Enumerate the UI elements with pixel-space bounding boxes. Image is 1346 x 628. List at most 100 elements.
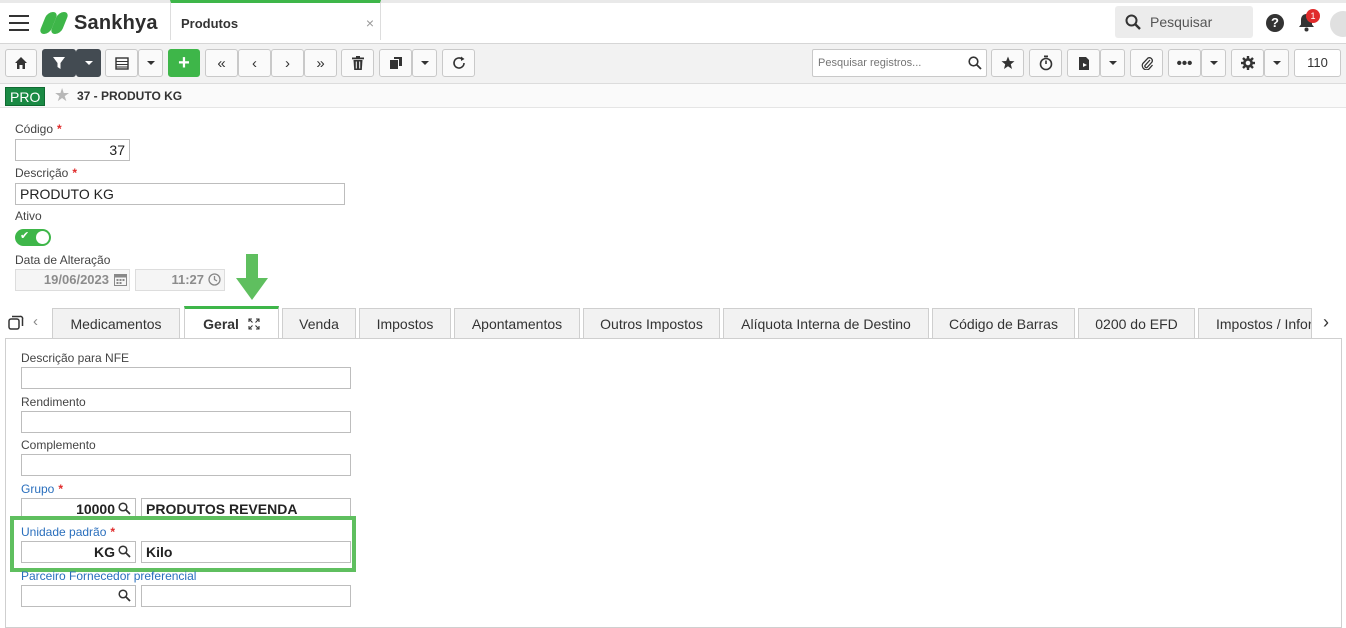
- delete-button[interactable]: [341, 49, 374, 77]
- chevron-down-icon: [1272, 61, 1281, 65]
- duplicate-button[interactable]: [379, 49, 412, 77]
- toolbar: + « ‹ › » ••• 110: [0, 44, 1346, 84]
- more-dots-icon: •••: [1176, 54, 1193, 72]
- tab-geral-label: Geral: [203, 316, 239, 332]
- search-icon[interactable]: [118, 502, 131, 515]
- rendimento-field[interactable]: [21, 411, 351, 433]
- tab-geral[interactable]: Geral: [184, 306, 279, 339]
- highlight-box: [10, 516, 356, 572]
- complemento-field[interactable]: [21, 454, 351, 476]
- tab-outros-impostos[interactable]: Outros Impostos: [583, 308, 720, 338]
- grupo-label[interactable]: Grupo *: [21, 482, 63, 496]
- global-search[interactable]: Pesquisar: [1115, 6, 1253, 38]
- tab-impostos[interactable]: Impostos: [359, 308, 451, 338]
- descricao-nfe-field[interactable]: [21, 367, 351, 389]
- grid-view-button[interactable]: [105, 49, 138, 77]
- tab-venda[interactable]: Venda: [282, 308, 356, 338]
- copy-icon: [389, 57, 402, 69]
- list-view-icon: [114, 56, 129, 70]
- parceiro-fornecedor-description-field: [141, 585, 351, 607]
- page-title: 37 - PRODUTO KG: [77, 89, 183, 103]
- file-export-icon: [1078, 56, 1089, 70]
- stopwatch-icon: [1039, 55, 1052, 71]
- tab-aliquota-interna-destino[interactable]: Alíquota Interna de Destino: [723, 308, 929, 338]
- parceiro-fornecedor-label[interactable]: Parceiro Fornecedor preferencial: [21, 569, 196, 583]
- descricao-nfe-label: Descrição para NFE: [21, 351, 130, 365]
- clock-icon: [208, 273, 221, 286]
- close-icon[interactable]: ×: [366, 15, 374, 31]
- top-bar: Sankhya Produtos × Pesquisar ? 1: [0, 0, 1346, 44]
- avatar[interactable]: [1330, 11, 1346, 37]
- tab-codigo-de-barras[interactable]: Código de Barras: [932, 308, 1075, 338]
- copy-tabs-icon[interactable]: [8, 315, 24, 331]
- export-button[interactable]: [1067, 49, 1100, 77]
- timer-button[interactable]: [1029, 49, 1062, 77]
- home-icon: [15, 57, 27, 69]
- records-search-input[interactable]: [818, 57, 963, 69]
- more-actions-button[interactable]: •••: [1168, 49, 1201, 77]
- ativo-toggle[interactable]: ✔: [15, 229, 51, 246]
- duplicate-dropdown-button[interactable]: [412, 49, 437, 77]
- module-tag: PRO: [5, 87, 46, 106]
- calendar-icon: [114, 274, 127, 286]
- chevron-down-icon: [84, 61, 93, 65]
- ativo-label: Ativo: [15, 209, 42, 223]
- gear-icon: [1240, 56, 1255, 70]
- brand-logo[interactable]: Sankhya: [38, 11, 158, 35]
- brand-name: Sankhya: [74, 11, 158, 34]
- chevron-down-icon: [420, 61, 429, 65]
- settings-button[interactable]: [1231, 49, 1264, 77]
- favorite-star-icon[interactable]: ★: [54, 85, 70, 106]
- help-icon[interactable]: ?: [1266, 14, 1284, 32]
- next-record-button[interactable]: ›: [271, 49, 304, 77]
- refresh-icon: [452, 56, 465, 69]
- add-record-button[interactable]: +: [168, 49, 200, 77]
- previous-record-button[interactable]: ‹: [238, 49, 271, 77]
- chevron-down-icon: [1209, 61, 1218, 65]
- tabs-scroll-left-icon[interactable]: ‹: [33, 313, 38, 330]
- record-count: 110: [1294, 49, 1341, 77]
- chevron-left-icon: ‹: [252, 54, 257, 72]
- tabs-scroll-right-icon[interactable]: ›: [1323, 312, 1329, 333]
- notification-badge: 1: [1306, 9, 1320, 23]
- favorite-button[interactable]: [991, 49, 1024, 77]
- more-actions-dropdown-button[interactable]: [1201, 49, 1226, 77]
- view-dropdown-button[interactable]: [138, 49, 163, 77]
- attach-button[interactable]: [1130, 49, 1163, 77]
- global-search-label: Pesquisar: [1150, 14, 1213, 30]
- complemento-label: Complemento: [21, 438, 96, 452]
- filter-dropdown-button[interactable]: [76, 49, 101, 77]
- rendimento-label: Rendimento: [21, 395, 86, 409]
- tab-apontamentos[interactable]: Apontamentos: [454, 308, 580, 338]
- first-record-button[interactable]: «: [205, 49, 238, 77]
- codigo-field[interactable]: 37: [15, 139, 130, 161]
- tab-0200-efd[interactable]: 0200 do EFD: [1078, 308, 1195, 338]
- chevron-down-icon: [146, 61, 155, 65]
- filter-icon: [53, 57, 65, 69]
- check-icon: ✔: [20, 230, 30, 242]
- last-record-button[interactable]: »: [304, 49, 337, 77]
- chevron-down-icon: [1108, 61, 1117, 65]
- search-icon[interactable]: [118, 589, 131, 602]
- settings-dropdown-button[interactable]: [1264, 49, 1289, 77]
- menu-icon[interactable]: [9, 15, 29, 31]
- descricao-label: Descrição *: [15, 166, 78, 180]
- arrow-down-icon: [236, 254, 268, 300]
- tab-medicamentos[interactable]: Medicamentos: [52, 308, 180, 338]
- descricao-field[interactable]: PRODUTO KG: [15, 183, 345, 205]
- export-dropdown-button[interactable]: [1100, 49, 1125, 77]
- sankhya-logo-icon: [38, 11, 70, 35]
- breadcrumb: PRO ★ 37 - PRODUTO KG: [0, 84, 1346, 108]
- filter-button[interactable]: [42, 49, 76, 77]
- home-button[interactable]: [5, 49, 37, 77]
- refresh-button[interactable]: [442, 49, 475, 77]
- app-tab-produtos[interactable]: Produtos ×: [170, 0, 381, 40]
- records-search[interactable]: [812, 49, 987, 77]
- codigo-label: Código *: [15, 122, 62, 136]
- search-icon: [1125, 14, 1141, 30]
- tab-impostos-informacoes[interactable]: Impostos / Infor: [1198, 308, 1312, 338]
- expand-icon[interactable]: [248, 318, 260, 330]
- paperclip-icon: [1141, 57, 1153, 70]
- chevron-right-icon: ›: [285, 54, 290, 72]
- data-alteracao-label: Data de Alteração: [15, 253, 111, 267]
